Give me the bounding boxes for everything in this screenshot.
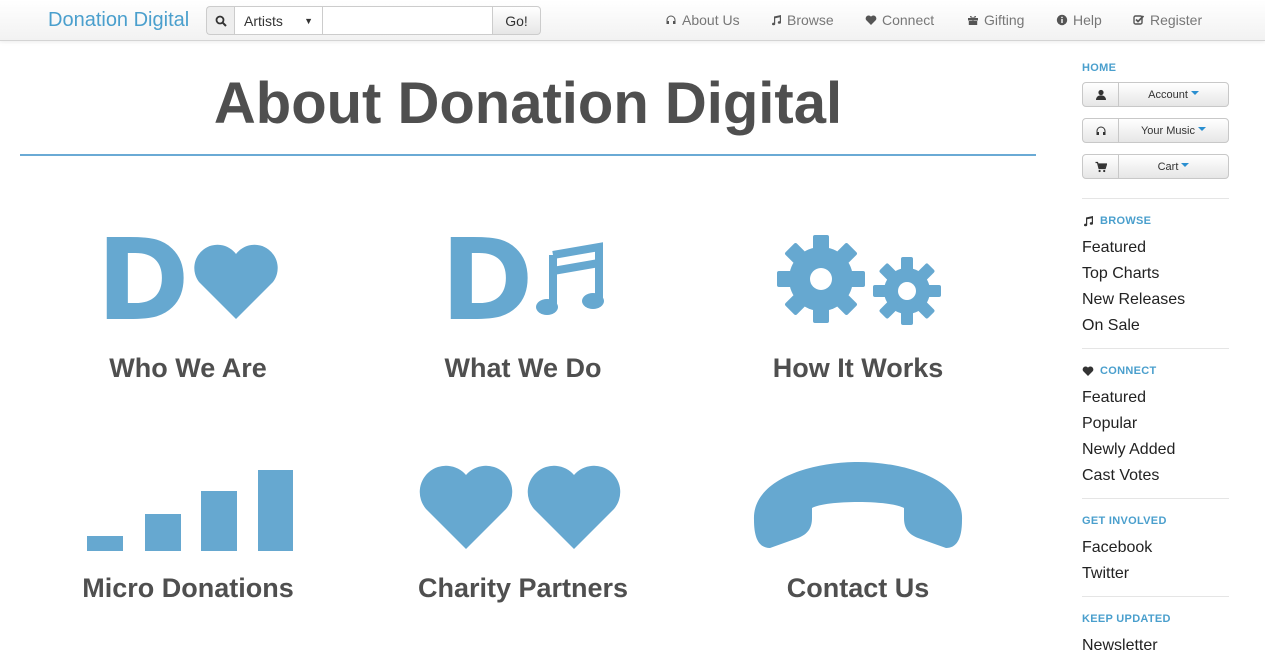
tile-who-we-are[interactable]: D Who We Are (38, 225, 338, 385)
tile-charity-partners-label: Charity Partners (417, 573, 629, 603)
nav-browse-label: Browse (787, 12, 834, 28)
nav-connect[interactable]: Connect (865, 12, 934, 28)
nav-connect-label: Connect (882, 12, 935, 28)
search-category-select[interactable]: Artists ▼ (234, 6, 323, 35)
cart-button-label: Cart (1157, 160, 1179, 173)
gift-icon (968, 16, 978, 25)
sidebar-link-facebook[interactable]: Facebook (1082, 539, 1152, 557)
sidebar-heading-keep-updated: KEEP UPDATED (1082, 613, 1171, 625)
music-note-icon (1084, 216, 1093, 227)
d-heart-icon: D (38, 225, 338, 337)
phone-icon (708, 460, 1008, 552)
check-square-icon (1133, 15, 1145, 25)
your-music-button-label: Your Music (1140, 124, 1195, 137)
sidebar-link-newsletter[interactable]: Newsletter (1082, 637, 1158, 652)
sidebar-heading-get-involved: GET INVOLVED (1082, 515, 1167, 527)
nav-browse[interactable]: Browse (770, 12, 834, 28)
sidebar-heading-home: HOME (1082, 62, 1117, 74)
headphones-icon (1083, 119, 1119, 142)
caret-down-icon (1198, 127, 1206, 131)
sidebar-divider (1082, 498, 1229, 499)
heart-icon (1082, 366, 1094, 376)
top-navbar: Donation Digital Artists ▼ Go! About Us … (0, 0, 1265, 41)
sidebar-link-top-charts[interactable]: Top Charts (1082, 265, 1159, 283)
nav-register[interactable]: Register (1133, 12, 1202, 28)
tile-micro-donations[interactable]: Micro Donations (38, 460, 338, 610)
connect-heading-label: CONNECT (1100, 365, 1157, 377)
sidebar-divider (1082, 348, 1229, 349)
cart-icon (1083, 155, 1119, 178)
sidebar-link-popular[interactable]: Popular (1082, 415, 1137, 433)
search-bar: Artists ▼ Go! (206, 6, 541, 35)
brand-logo-link[interactable]: Donation Digital (48, 9, 189, 32)
page-title: About Donation Digital (213, 71, 843, 136)
browse-heading-label: BROWSE (1100, 215, 1152, 227)
sidebar-heading-browse: BROWSE (1082, 215, 1151, 227)
d-letter-glyph: D (440, 216, 534, 346)
tile-how-it-works-label: How It Works (772, 353, 944, 383)
nav-about-us-label: About Us (682, 12, 740, 28)
two-hearts-icon (373, 460, 673, 552)
sidebar-divider (1082, 596, 1229, 597)
d-letter-glyph: D (96, 216, 190, 346)
caret-down-icon (1181, 163, 1190, 167)
music-note-icon (772, 15, 781, 26)
nav-gifting-label: Gifting (984, 12, 1025, 28)
sidebar-link-browse-featured[interactable]: Featured (1082, 239, 1146, 257)
tile-micro-donations-label: Micro Donations (82, 573, 294, 603)
search-go-button[interactable]: Go! (493, 6, 541, 35)
headphones-icon (666, 15, 676, 24)
caret-down-icon (1190, 91, 1199, 95)
search-input[interactable] (323, 6, 493, 35)
nav-help-label: Help (1073, 12, 1102, 28)
tile-how-it-works[interactable]: How It Works (708, 235, 1008, 385)
info-circle-icon (1056, 14, 1068, 26)
nav-register-label: Register (1150, 12, 1203, 28)
sidebar-divider (1082, 198, 1229, 199)
your-music-dropdown-button[interactable]: Your Music (1082, 118, 1229, 143)
nav-about-us[interactable]: About Us (665, 12, 740, 28)
title-divider (20, 154, 1036, 156)
nav-gifting[interactable]: Gifting (967, 12, 1024, 28)
sidebar-heading-connect: CONNECT (1082, 365, 1157, 377)
chevron-down-icon: ▼ (304, 15, 313, 26)
sidebar-link-connect-featured[interactable]: Featured (1082, 389, 1146, 407)
sidebar-link-new-releases[interactable]: New Releases (1082, 291, 1185, 309)
sidebar-link-cast-votes[interactable]: Cast Votes (1082, 467, 1159, 485)
sidebar-link-on-sale[interactable]: On Sale (1082, 317, 1140, 335)
cart-dropdown-button[interactable]: Cart (1082, 154, 1229, 179)
nav-help[interactable]: Help (1056, 12, 1102, 28)
gears-icon (708, 235, 1008, 327)
sidebar-link-newly-added[interactable]: Newly Added (1082, 441, 1175, 459)
signal-bars-icon (38, 460, 338, 552)
account-dropdown-button[interactable]: Account (1082, 82, 1229, 107)
tile-contact-us-label: Contact Us (786, 573, 930, 603)
heart-icon (865, 15, 877, 25)
search-category-value: Artists (244, 12, 283, 29)
search-icon (206, 6, 234, 35)
tile-charity-partners[interactable]: Charity Partners (373, 460, 673, 610)
tile-what-we-do[interactable]: D What We Do (373, 225, 673, 385)
tile-who-we-are-label: Who We Are (109, 353, 267, 383)
d-music-icon: D (373, 225, 673, 337)
tile-contact-us[interactable]: Contact Us (708, 460, 1008, 610)
tile-what-we-do-label: What We Do (444, 353, 602, 383)
user-icon (1083, 83, 1119, 106)
account-button-label: Account (1148, 88, 1188, 101)
sidebar-link-twitter[interactable]: Twitter (1082, 565, 1129, 583)
